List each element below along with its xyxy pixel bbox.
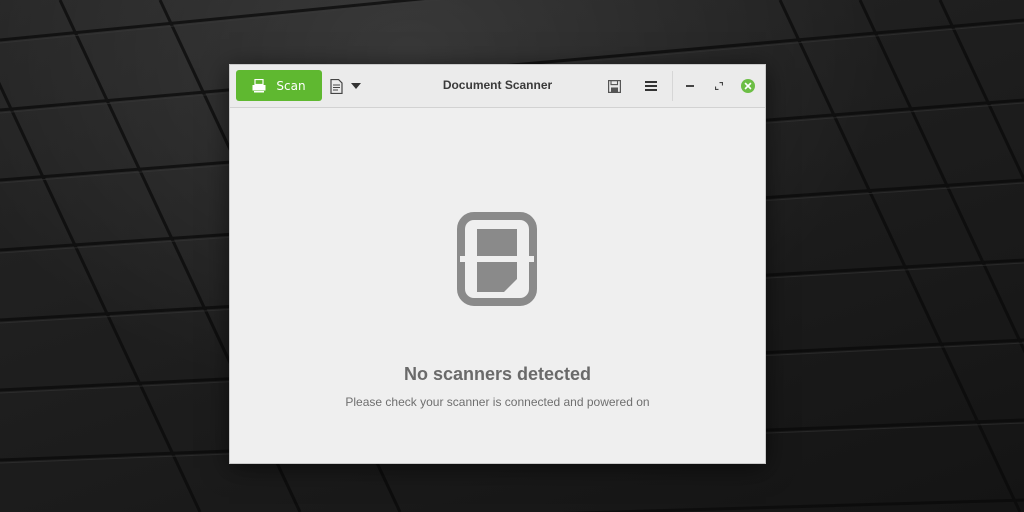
header-separator: [672, 71, 673, 101]
scanner-icon: [252, 78, 266, 93]
maximize-button[interactable]: [709, 76, 729, 96]
main-menu-button[interactable]: [641, 76, 661, 96]
document-type-menu[interactable]: [330, 77, 366, 95]
minimize-button[interactable]: [680, 76, 700, 96]
save-button[interactable]: [604, 76, 624, 96]
status-message: Please check your scanner is connected a…: [345, 395, 650, 409]
minimize-icon: [686, 85, 694, 87]
save-icon: [607, 79, 621, 93]
close-icon: [741, 79, 755, 93]
document-scanner-window: Scan Document Scanner No scanners detect…: [229, 64, 766, 464]
scan-button[interactable]: Scan: [236, 70, 322, 101]
document-icon: [330, 78, 343, 94]
status-title: No scanners detected: [403, 364, 592, 384]
hamburger-menu-icon: [645, 81, 657, 91]
maximize-icon: [715, 82, 723, 90]
chevron-down-icon: [351, 83, 361, 89]
close-button[interactable]: [738, 76, 758, 96]
main-content-area: No scanners detected Please check your s…: [230, 108, 765, 463]
no-scanner-icon: [457, 212, 537, 310]
scan-button-label: Scan: [276, 78, 306, 93]
header-bar: Scan Document Scanner: [230, 65, 765, 108]
